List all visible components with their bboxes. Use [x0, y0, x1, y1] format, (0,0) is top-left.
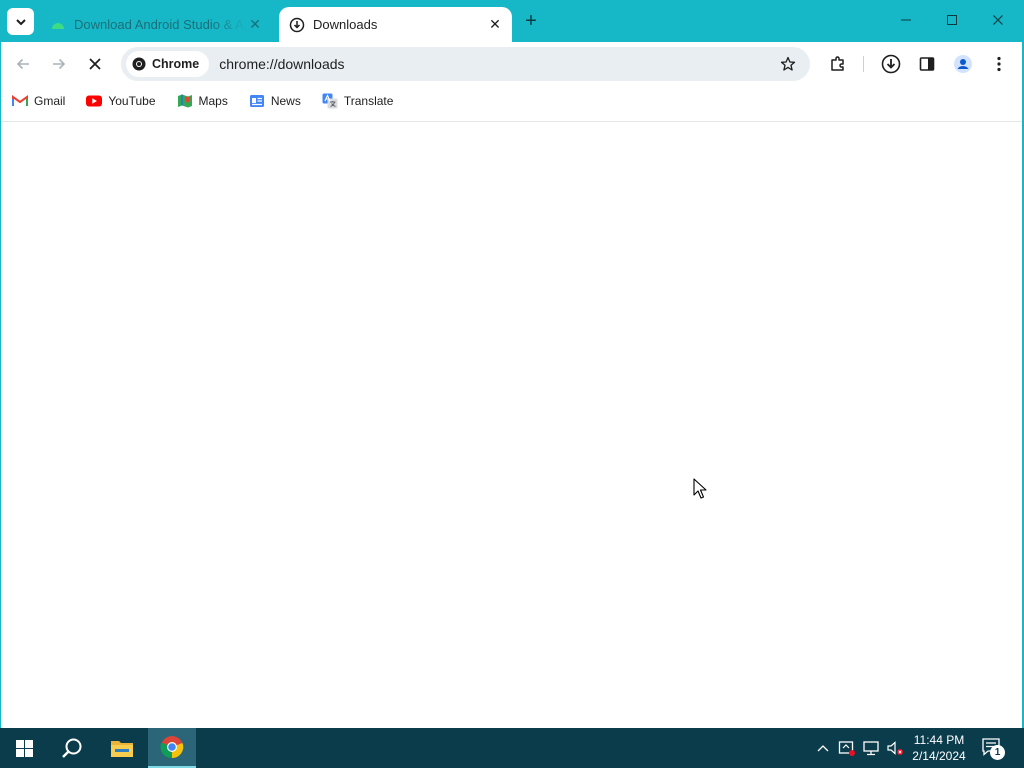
close-icon[interactable]: ✕	[246, 16, 264, 34]
star-icon	[780, 56, 796, 71]
profile-button[interactable]	[949, 50, 977, 78]
downloads-button[interactable]	[877, 50, 905, 78]
android-icon	[50, 17, 66, 33]
tab-strip: Download Android Studio & App Tools ✕ Do…	[0, 0, 1024, 42]
taskbar: 11:44 PM 2/14/2024 1	[0, 728, 1024, 768]
side-panel-button[interactable]	[913, 50, 941, 78]
security-tray-button[interactable]	[837, 738, 857, 758]
action-center-button[interactable]: 1	[980, 736, 1006, 760]
back-button[interactable]	[9, 50, 37, 78]
tab-title: Downloads	[313, 17, 378, 32]
tab-downloads[interactable]: Downloads ✕	[279, 7, 512, 42]
volume-muted-icon	[887, 741, 903, 755]
maximize-icon	[947, 15, 957, 25]
bookmark-youtube[interactable]: YouTube	[86, 93, 156, 109]
network-icon	[863, 741, 879, 756]
close-window-button[interactable]	[975, 6, 1021, 34]
notification-count-badge: 1	[990, 745, 1005, 760]
bookmark-gmail[interactable]: Gmail	[12, 93, 65, 109]
search-icon	[62, 738, 82, 758]
taskbar-search-button[interactable]	[48, 728, 96, 768]
kebab-menu-icon	[997, 56, 1001, 72]
toolbar-divider	[863, 56, 864, 72]
side-panel-icon	[919, 57, 935, 71]
arrow-right-icon	[53, 58, 66, 70]
bookmark-label: News	[270, 94, 301, 108]
file-explorer-button[interactable]	[98, 728, 146, 768]
youtube-icon	[86, 93, 103, 109]
bookmark-label: Translate	[343, 94, 394, 108]
page-content-area[interactable]	[1, 122, 1022, 727]
chevron-down-icon	[15, 18, 26, 25]
clock-date: 2/14/2024	[912, 749, 966, 763]
start-icon	[15, 739, 33, 757]
minimize-icon	[901, 19, 911, 21]
stop-loading-button[interactable]	[81, 50, 109, 78]
download-icon	[881, 54, 901, 74]
browser-toolbar: Chrome chrome://downloads	[0, 42, 1024, 86]
clock-time: 11:44 PM	[913, 733, 965, 747]
bookmark-translate[interactable]: Translate	[322, 93, 394, 109]
extensions-button[interactable]	[824, 50, 852, 78]
chrome-taskbar-button[interactable]	[148, 728, 196, 768]
new-tab-button[interactable]: +	[520, 10, 542, 32]
bookmark-label: Gmail	[34, 94, 66, 108]
chevron-up-icon	[817, 745, 829, 752]
site-info-chip[interactable]: Chrome	[126, 51, 210, 77]
bookmarks-bar: Gmail YouTube Maps News Translate	[0, 86, 1024, 116]
network-tray-button[interactable]	[861, 738, 881, 758]
chrome-menu-button[interactable]	[985, 50, 1013, 78]
gmail-icon	[12, 93, 28, 109]
bookmark-label: YouTube	[108, 94, 156, 108]
chrome-icon	[160, 736, 184, 759]
news-icon	[249, 93, 265, 109]
close-icon	[89, 58, 101, 70]
mouse-cursor-icon	[693, 478, 707, 499]
window-frame-left	[0, 42, 1, 728]
shield-alert-icon	[838, 741, 855, 756]
tab-title: Download Android Studio & App Tools	[74, 17, 246, 32]
puzzle-icon	[831, 56, 844, 71]
avatar-icon	[954, 55, 972, 73]
forward-button[interactable]	[45, 50, 73, 78]
address-bar[interactable]: Chrome chrome://downloads	[121, 47, 810, 81]
minimize-button[interactable]	[883, 6, 929, 34]
tab-android-studio[interactable]: Download Android Studio & App Tools ✕	[40, 7, 272, 42]
close-icon	[993, 15, 1003, 25]
bookmark-label: Maps	[198, 94, 228, 108]
arrow-left-icon	[16, 58, 29, 70]
translate-icon	[322, 93, 338, 109]
maps-icon	[177, 93, 193, 109]
tab-search-button[interactable]	[7, 8, 34, 35]
url-text[interactable]: chrome://downloads	[219, 56, 774, 72]
bookmark-star-button[interactable]	[774, 50, 802, 78]
volume-tray-button[interactable]	[885, 738, 905, 758]
system-clock[interactable]: 11:44 PM 2/14/2024	[904, 732, 974, 764]
bookmark-maps[interactable]: Maps	[177, 93, 228, 109]
file-explorer-icon	[111, 741, 133, 757]
bookmark-news[interactable]: News	[249, 93, 301, 109]
downloads-icon	[289, 17, 305, 33]
close-icon[interactable]: ✕	[486, 16, 504, 34]
chip-label: Chrome	[152, 57, 200, 71]
chrome-logo-icon	[132, 57, 146, 71]
show-hidden-icons-button[interactable]	[813, 738, 833, 758]
start-button[interactable]	[0, 728, 48, 768]
maximize-button[interactable]	[929, 6, 975, 34]
